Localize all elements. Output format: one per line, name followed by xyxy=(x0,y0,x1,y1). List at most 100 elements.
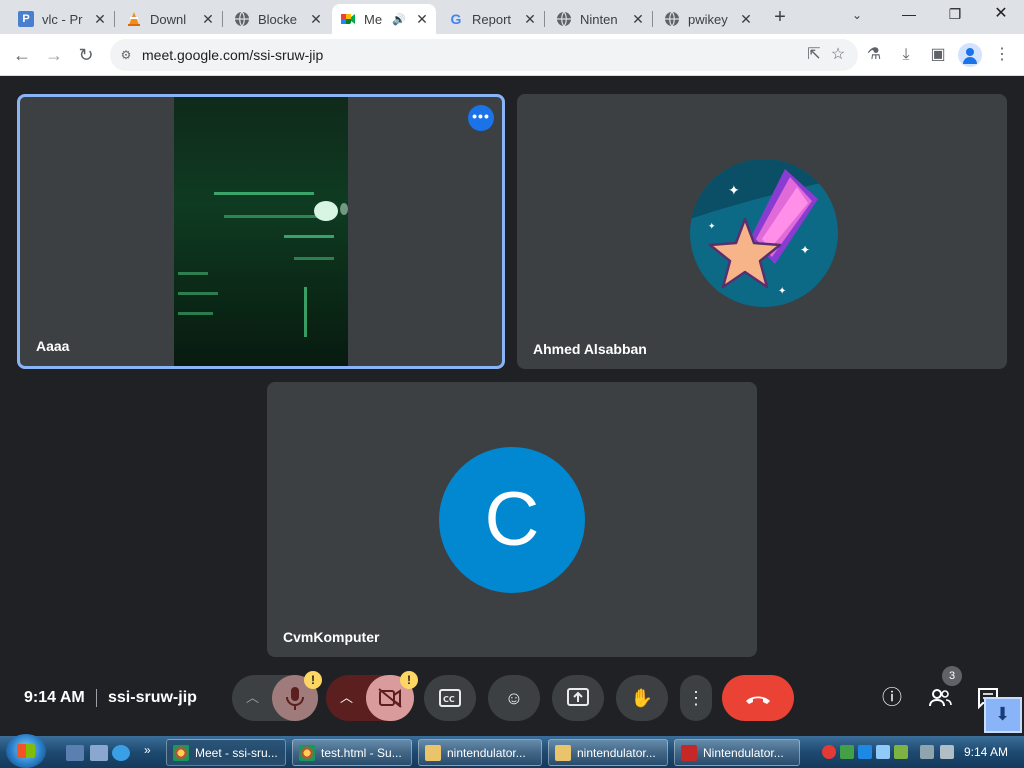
browser-tab[interactable]: P vlc - Pr ✕ xyxy=(10,4,115,34)
tab-title: Downl xyxy=(150,11,187,27)
people-icon[interactable] xyxy=(927,685,953,711)
tray-app-icon[interactable] xyxy=(840,745,854,759)
extensions-flask-icon[interactable]: ⚗ xyxy=(862,43,886,67)
svg-text:✦: ✦ xyxy=(708,222,716,232)
close-icon[interactable]: ✕ xyxy=(522,11,538,27)
svg-text:CC: CC xyxy=(443,695,455,704)
participant-tile-video[interactable]: ••• Aaaa xyxy=(17,94,505,369)
bookmark-star-icon[interactable]: ☆ xyxy=(828,45,848,65)
globe-icon xyxy=(234,11,250,27)
tab-title: Report xyxy=(472,11,512,27)
camera-warning-badge: ! xyxy=(400,671,418,689)
google-meet-icon xyxy=(340,11,356,27)
tab-title: Me xyxy=(364,11,383,27)
close-icon[interactable]: ✕ xyxy=(92,11,108,27)
close-icon[interactable]: ✕ xyxy=(630,11,646,27)
browser-tab[interactable]: Ninten ✕ xyxy=(548,4,653,34)
more-options-button[interactable]: ••• xyxy=(468,105,494,131)
site-settings-icon[interactable]: ⚙ xyxy=(118,47,134,63)
download-icon[interactable]: ⤓ xyxy=(894,43,918,67)
end-call-icon xyxy=(746,696,770,704)
volume-muted-icon[interactable] xyxy=(940,745,954,759)
chevron-up-icon[interactable]: ︿ xyxy=(340,675,353,721)
profile-avatar-icon[interactable] xyxy=(958,43,982,67)
tab-title: Blocke xyxy=(258,11,298,27)
internet-explorer-icon[interactable] xyxy=(112,745,130,761)
tray-app-icon[interactable] xyxy=(894,745,908,759)
taskbar-item[interactable]: Nintendulator... xyxy=(674,739,800,766)
reactions-button[interactable]: ☺ xyxy=(488,675,540,721)
tab-separator xyxy=(652,11,653,27)
leave-call-button[interactable] xyxy=(722,675,794,721)
participant-name: Ahmed Alsabban xyxy=(533,341,647,357)
folder-icon xyxy=(425,744,441,761)
meet-control-bar: 9:14 AM ssi-sruw-jip ︿ ! ︿ ! CC ☺ ✋ ⋮ ⓘ … xyxy=(0,658,1024,736)
address-bar[interactable]: ⚙ meet.google.com/ssi-sruw-jip ⇱ ☆ xyxy=(110,39,858,71)
network-icon[interactable] xyxy=(920,745,934,759)
meeting-info-icon[interactable]: ⓘ xyxy=(879,685,905,711)
present-screen-button[interactable] xyxy=(552,675,604,721)
tab-title: Ninten xyxy=(580,11,618,27)
browser-tab[interactable]: pwikey ✕ xyxy=(656,4,760,34)
browser-tab[interactable]: G Report ✕ xyxy=(440,4,545,34)
minimize-button[interactable]: — xyxy=(886,0,932,30)
chevron-up-icon[interactable]: ︿ xyxy=(246,675,259,721)
globe-icon xyxy=(556,11,572,27)
tab-separator xyxy=(544,11,545,27)
letter-avatar: C xyxy=(439,447,585,593)
restore-button[interactable]: ❐ xyxy=(932,0,978,30)
show-desktop-icon[interactable] xyxy=(66,745,84,761)
close-icon[interactable]: ✕ xyxy=(200,11,216,27)
close-window-button[interactable]: ✕ xyxy=(978,0,1024,30)
tab-search-chevron-icon[interactable]: ⌄ xyxy=(848,8,866,26)
chrome-icon xyxy=(173,744,189,761)
browser-tab-active[interactable]: Me 🔊 ✕ xyxy=(332,4,436,34)
back-arrow-icon[interactable]: ← xyxy=(10,43,34,67)
browser-tab[interactable]: Downl ✕ xyxy=(118,4,223,34)
tab-title: vlc - Pr xyxy=(42,11,83,27)
forward-arrow-icon[interactable]: → xyxy=(42,43,66,67)
share-icon[interactable]: ⇱ xyxy=(804,45,824,65)
shooting-star-avatar: ✦ ✦ ✦ ✦ xyxy=(690,159,838,307)
more-options-button[interactable]: ⋮ xyxy=(680,675,712,721)
menu-kebab-icon[interactable]: ⋮ xyxy=(990,43,1014,67)
people-count-badge: 3 xyxy=(942,666,962,686)
side-panel-icon[interactable]: ▣ xyxy=(926,43,950,67)
close-icon[interactable]: ✕ xyxy=(308,11,324,27)
taskbar-item[interactable]: nintendulator... xyxy=(548,739,668,766)
download-arrow-icon[interactable] xyxy=(984,697,1022,733)
vlc-cone-icon xyxy=(126,11,142,27)
close-icon[interactable]: ✕ xyxy=(414,11,430,27)
emoji-icon: ☺ xyxy=(504,688,524,708)
window-switcher-icon[interactable] xyxy=(90,745,108,761)
participant-tile-avatar[interactable]: C CvmKomputer xyxy=(267,382,757,657)
new-tab-button[interactable]: + xyxy=(768,6,792,30)
browser-tab[interactable]: Blocke ✕ xyxy=(226,4,330,34)
url-text[interactable]: meet.google.com/ssi-sruw-jip xyxy=(142,47,323,63)
tray-app-icon[interactable] xyxy=(858,745,872,759)
mic-warning-badge: ! xyxy=(304,671,322,689)
start-button[interactable] xyxy=(6,734,46,768)
speaker-icon[interactable]: 🔊 xyxy=(392,13,406,26)
taskbar-item-label: test.html - Su... xyxy=(321,745,402,760)
taskbar-item[interactable]: nintendulator... xyxy=(418,739,542,766)
kebab-icon: ⋮ xyxy=(687,688,705,708)
chrome-icon xyxy=(299,744,315,761)
reload-icon[interactable]: ↻ xyxy=(74,43,98,67)
svg-text:✦: ✦ xyxy=(778,286,786,297)
close-icon[interactable]: ✕ xyxy=(738,11,754,27)
taskbar-item[interactable]: Meet - ssi-sru... xyxy=(166,739,286,766)
captions-icon: CC xyxy=(439,689,461,707)
captions-button[interactable]: CC xyxy=(424,675,476,721)
meeting-time: 9:14 AM xyxy=(24,689,85,706)
taskbar-item[interactable]: test.html - Su... xyxy=(292,739,412,766)
participant-tile-avatar[interactable]: ✦ ✦ ✦ ✦ Ahmed Alsabban xyxy=(517,94,1007,369)
chevron-right-icon[interactable]: » xyxy=(144,743,151,757)
taskbar-clock[interactable]: 9:14 AM xyxy=(964,745,1008,759)
taskbar-item-label: Nintendulator... xyxy=(703,745,784,760)
raise-hand-button[interactable]: ✋ xyxy=(616,675,668,721)
svg-text:✦: ✦ xyxy=(728,183,740,199)
folder-icon xyxy=(555,744,571,761)
tray-app-icon[interactable] xyxy=(876,745,890,759)
security-alert-icon[interactable] xyxy=(822,745,836,759)
